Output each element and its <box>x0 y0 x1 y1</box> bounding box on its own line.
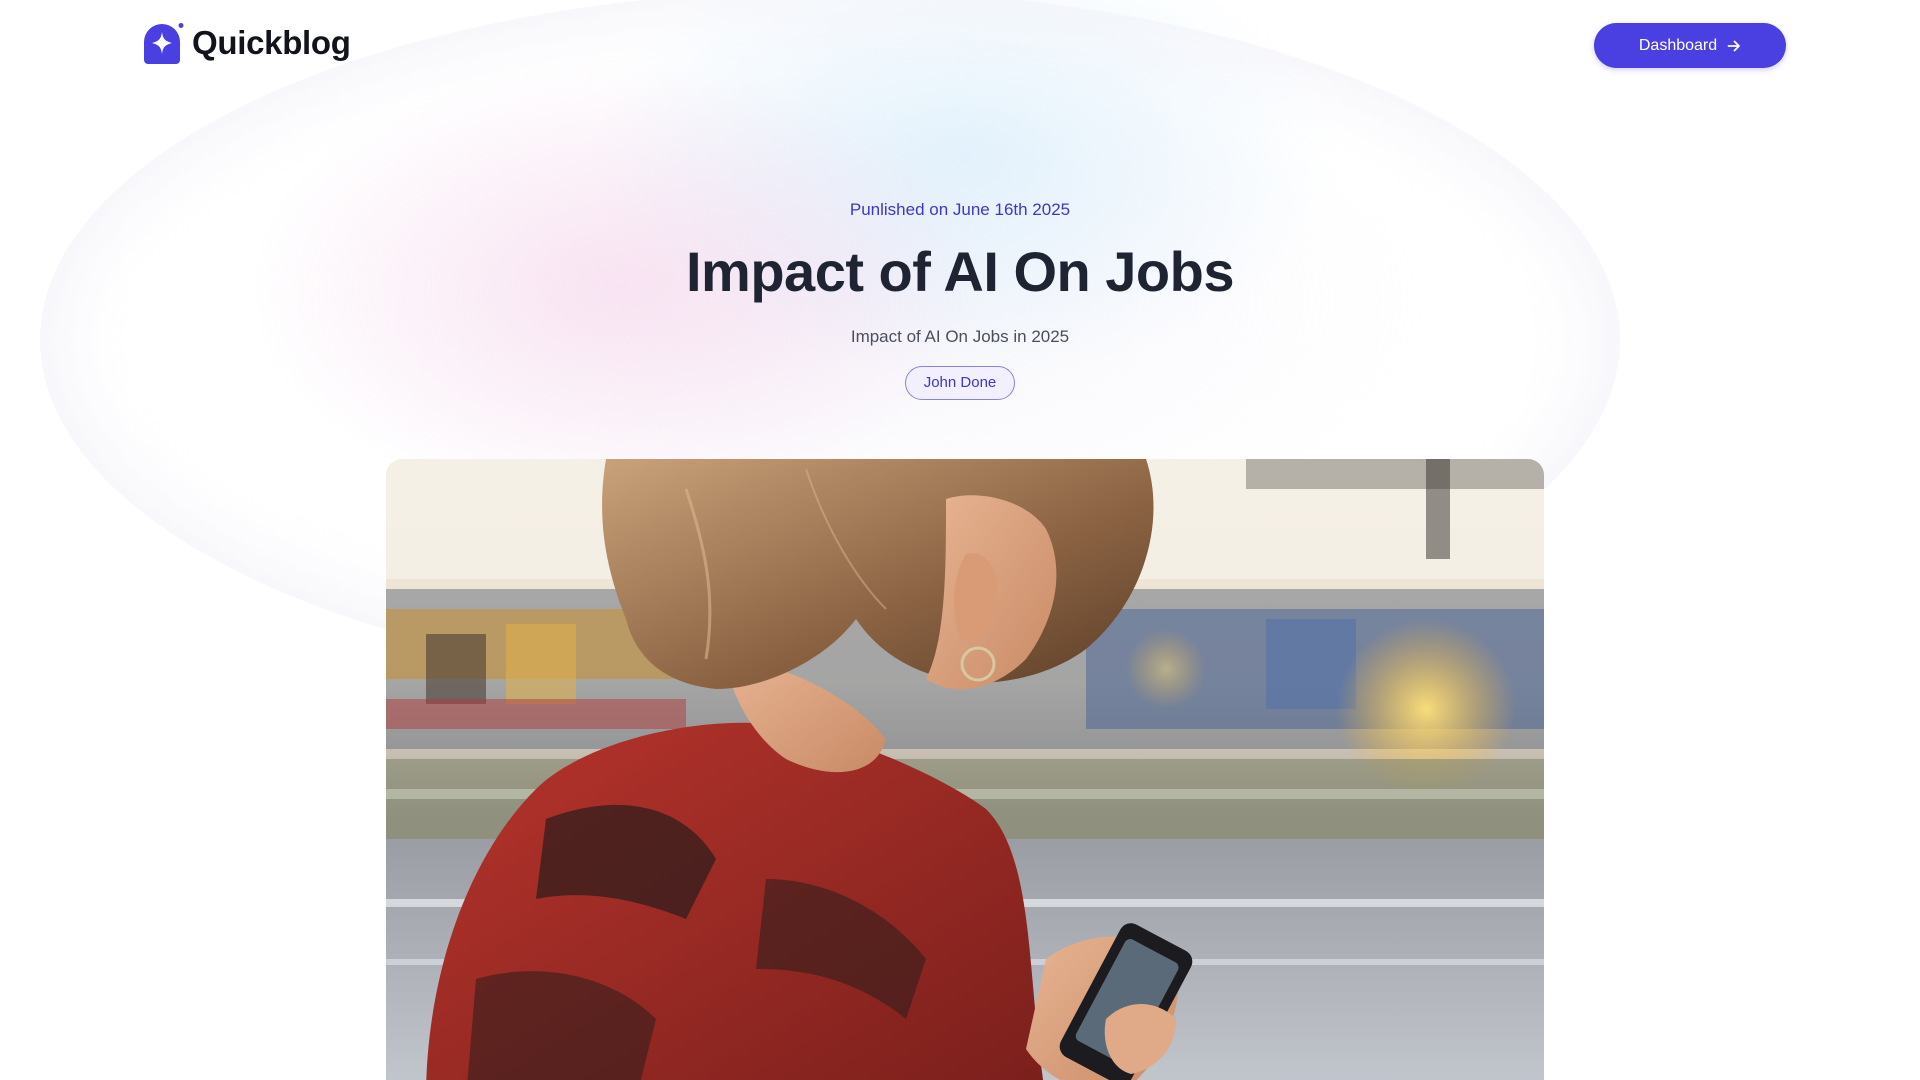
article-subtitle: Impact of AI On Jobs in 2025 <box>850 327 1070 346</box>
author-badge: John Done <box>904 366 1016 400</box>
featured-photo <box>386 459 1544 1080</box>
sparkle-house-icon <box>144 23 184 64</box>
logo-text: Quickblog <box>192 24 351 61</box>
site-header: Quickblog Dashboard <box>0 0 1920 92</box>
featured-image <box>386 459 1544 1080</box>
article-hero: Punlished on June 16th 2025 Impact of AI… <box>0 196 1920 400</box>
dashboard-button[interactable]: Dashboard <box>1594 23 1786 68</box>
author-row: John Done <box>0 366 1920 400</box>
dashboard-button-label: Dashboard <box>1638 36 1718 54</box>
published-date: Punlished on June 16th 2025 <box>849 200 1071 219</box>
article-title: Impact of AI On Jobs <box>686 240 1234 303</box>
logo-link[interactable]: Quickblog <box>144 22 351 64</box>
arrow-right-icon <box>1727 40 1741 51</box>
page: Quickblog Dashboard Punlished on June 16… <box>0 0 1920 1080</box>
